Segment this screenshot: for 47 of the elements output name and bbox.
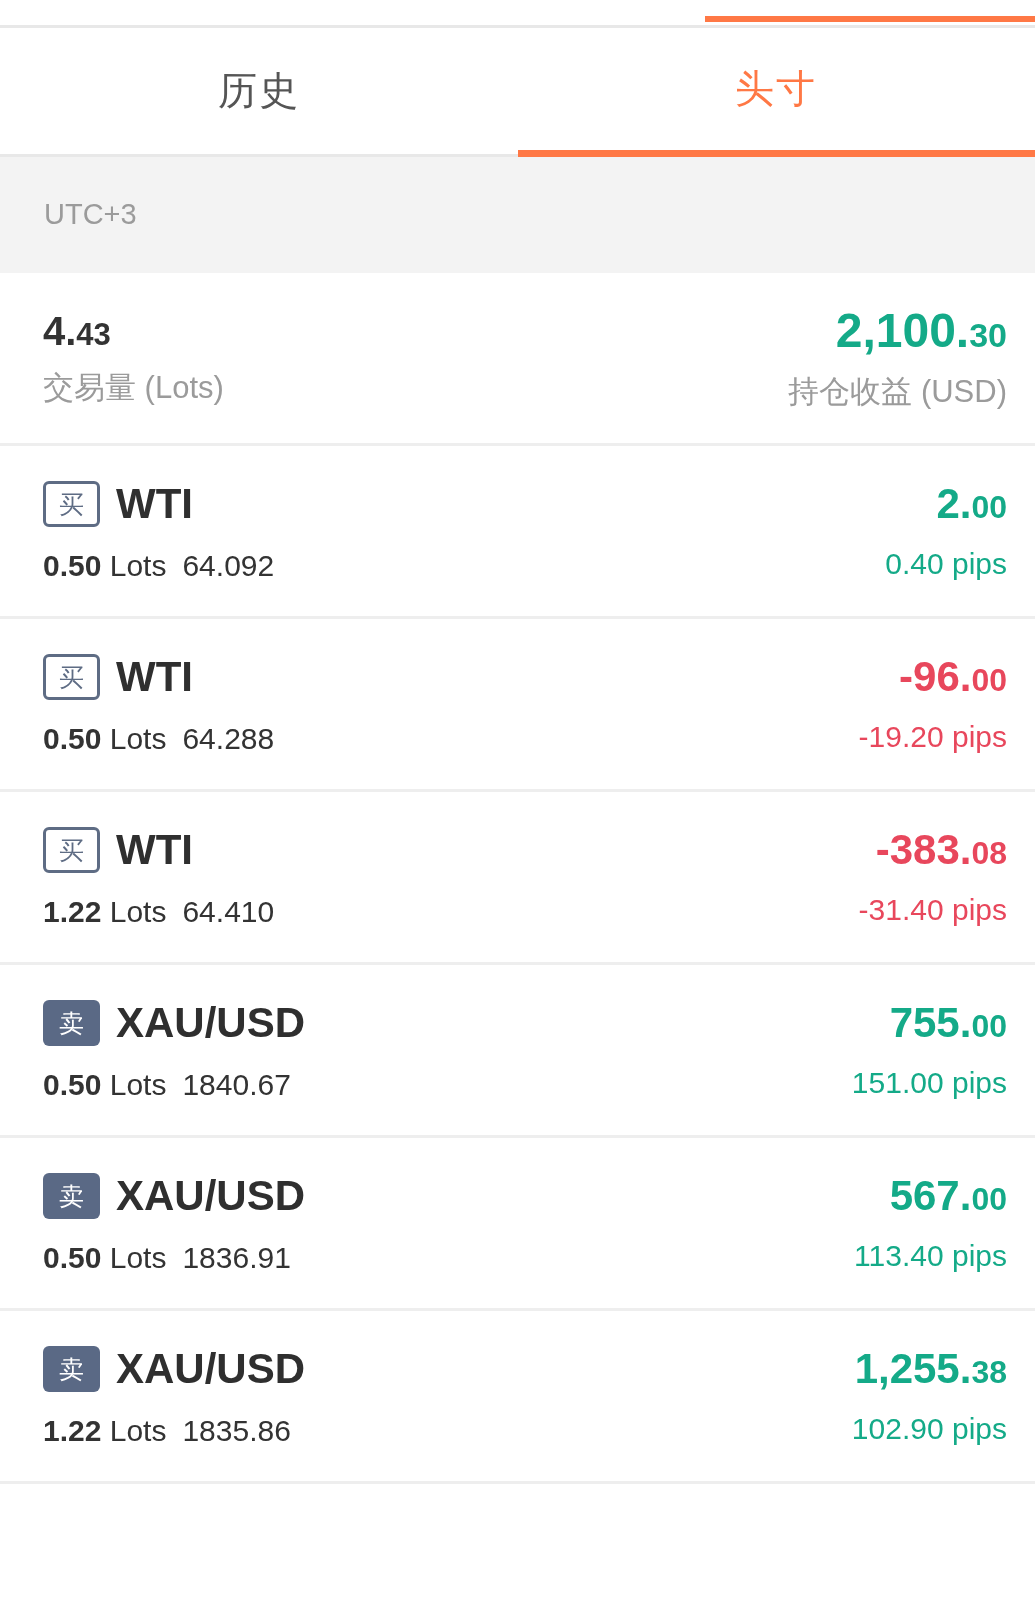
price-text: 64.092 bbox=[182, 551, 275, 581]
profit-total: 2,100.30 bbox=[834, 306, 1007, 355]
position-row[interactable]: 买 WTI 0.50 Lots 64.092 2.00 0.40 pips bbox=[0, 446, 1035, 619]
volume-text: 1.22 Lots bbox=[43, 897, 167, 927]
profit-value: 755.00 bbox=[888, 1002, 1007, 1044]
side-tag: 卖 bbox=[43, 1173, 100, 1219]
profit-label: 持仓收益 (USD) bbox=[788, 374, 1007, 410]
symbol-text: WTI bbox=[116, 656, 193, 698]
symbol-text: WTI bbox=[116, 483, 193, 525]
profit-value: -96.00 bbox=[898, 656, 1007, 698]
price-text: 1836.91 bbox=[182, 1243, 291, 1273]
side-tag: 买 bbox=[43, 654, 100, 700]
price-text: 64.288 bbox=[182, 724, 275, 754]
symbol-text: XAU/USD bbox=[116, 1348, 306, 1390]
volume-text: 0.50 Lots bbox=[43, 1070, 167, 1100]
profit-value: 2.00 bbox=[935, 483, 1007, 525]
volume-text: 1.22 Lots bbox=[43, 1416, 167, 1446]
volume-total: 4.43 bbox=[43, 310, 112, 351]
symbol-text: WTI bbox=[116, 829, 193, 871]
profit-value: -383.08 bbox=[874, 829, 1007, 871]
symbol-text: XAU/USD bbox=[116, 1002, 306, 1044]
side-tag: 卖 bbox=[43, 1346, 100, 1392]
price-text: 1840.67 bbox=[182, 1070, 291, 1100]
side-tag: 买 bbox=[43, 827, 100, 873]
profit-value: 567.00 bbox=[888, 1175, 1007, 1217]
side-tag: 买 bbox=[43, 481, 100, 527]
profit-value: 1,255.38 bbox=[853, 1348, 1007, 1390]
volume-text: 0.50 Lots bbox=[43, 1243, 167, 1273]
volume-text: 0.50 Lots bbox=[43, 551, 167, 581]
timezone-label: UTC+3 bbox=[0, 157, 1035, 273]
pips-value: -31.40 pips bbox=[858, 895, 1007, 925]
pips-value: 113.40 pips bbox=[854, 1241, 1007, 1271]
volume-text: 0.50 Lots bbox=[43, 724, 167, 754]
pips-value: 102.90 pips bbox=[851, 1414, 1007, 1444]
side-tag: 卖 bbox=[43, 1000, 100, 1046]
volume-label: 交易量 (Lots) bbox=[43, 370, 224, 406]
price-text: 1835.86 bbox=[182, 1416, 291, 1446]
symbol-text: XAU/USD bbox=[116, 1175, 306, 1217]
position-row[interactable]: 买 WTI 1.22 Lots 64.410 -383.08 -31.40 pips bbox=[0, 792, 1035, 965]
position-row[interactable]: 卖 XAU/USD 0.50 Lots 1836.91 567.00 113.40 pips bbox=[0, 1138, 1035, 1311]
pips-value: 151.00 pips bbox=[851, 1068, 1007, 1098]
price-text: 64.410 bbox=[182, 897, 275, 927]
position-row[interactable]: 买 WTI 0.50 Lots 64.288 -96.00 -19.20 pips bbox=[0, 619, 1035, 792]
position-row[interactable]: 卖 XAU/USD 1.22 Lots 1835.86 1,255.38 102.90 pips bbox=[0, 1311, 1035, 1484]
pips-value: 0.40 pips bbox=[885, 549, 1007, 579]
pips-value: -19.20 pips bbox=[858, 722, 1007, 752]
position-row[interactable]: 卖 XAU/USD 0.50 Lots 1840.67 755.00 151.00 pips bbox=[0, 965, 1035, 1138]
